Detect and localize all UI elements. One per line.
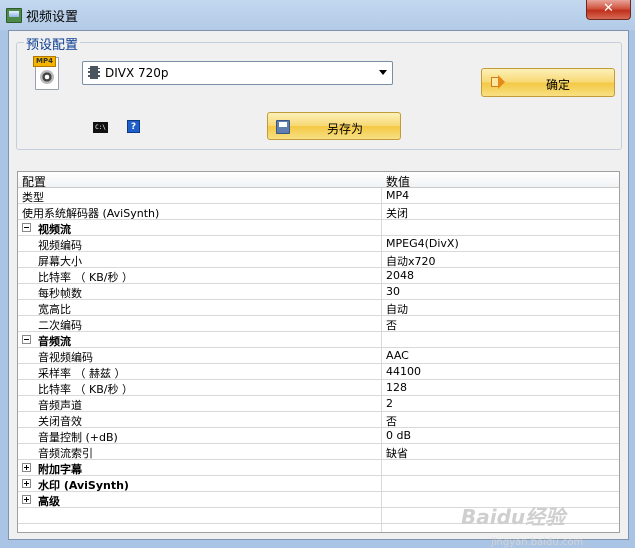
row-name: 二次编码 xyxy=(38,319,82,332)
row-name: 采样率 （ 赫兹 ） xyxy=(38,367,126,380)
floppy-disk-icon xyxy=(276,120,290,134)
row-value[interactable]: 2048 xyxy=(386,269,414,282)
grid-row[interactable]: 采样率 （ 赫兹 ） 44100 xyxy=(18,364,619,380)
collapse-icon[interactable] xyxy=(22,335,31,344)
row-name: 比特率 （ KB/秒 ） xyxy=(38,383,133,396)
row-value[interactable]: 128 xyxy=(386,381,407,394)
row-value[interactable]: 否 xyxy=(386,317,397,333)
row-name: 视频编码 xyxy=(38,239,82,252)
grid-row[interactable]: 视频编码 MPEG4(DivX) xyxy=(18,236,619,252)
row-name: 音频流 xyxy=(38,335,71,348)
save-as-button-label: 另存为 xyxy=(327,122,364,136)
app-icon xyxy=(6,8,22,23)
row-name: 关闭音效 xyxy=(38,415,82,428)
grid-row[interactable]: 宽高比 自动 xyxy=(18,300,619,316)
row-name: 高级 xyxy=(38,495,60,508)
row-value[interactable]: 2 xyxy=(386,397,393,410)
row-value[interactable]: MPEG4(DivX) xyxy=(386,237,459,250)
expand-icon[interactable] xyxy=(22,495,31,504)
row-name: 音量控制 (+dB) xyxy=(38,431,118,444)
chevron-down-icon[interactable] xyxy=(379,70,387,75)
grid-row[interactable]: 屏幕大小 自动x720 xyxy=(18,252,619,268)
row-name: 音频声道 xyxy=(38,399,82,412)
grid-row[interactable]: 音频声道 2 xyxy=(18,396,619,412)
row-name: 音视频编码 xyxy=(38,351,93,364)
row-name: 宽高比 xyxy=(38,303,71,316)
preset-group: 预设配置 MP4 DIVX 720p 确定 C:\ ? 另存为 xyxy=(16,34,622,150)
grid-row[interactable]: 音量控制 (+dB) 0 dB xyxy=(18,428,619,444)
row-value[interactable]: MP4 xyxy=(386,189,409,202)
row-name: 音频流索引 xyxy=(38,447,93,460)
grid-row[interactable]: 比特率 （ KB/秒 ） 2048 xyxy=(18,268,619,284)
mp4-badge: MP4 xyxy=(33,56,56,67)
row-name: 比特率 （ KB/秒 ） xyxy=(38,271,133,284)
save-as-button[interactable]: 另存为 xyxy=(267,112,401,140)
row-name: 视频流 xyxy=(38,223,71,236)
command-line-icon[interactable]: C:\ xyxy=(93,122,108,133)
grid-header: 配置 数值 xyxy=(18,172,619,189)
grid-group-row[interactable]: 视频流 xyxy=(18,220,619,236)
expand-icon[interactable] xyxy=(22,463,31,472)
settings-property-grid[interactable]: 配置 数值 类型 MP4 使用系统解码器 (AviSynth) 关闭视频流视频编码 MP… xyxy=(17,171,620,533)
row-name: 附加字幕 xyxy=(38,463,82,476)
row-name: 屏幕大小 xyxy=(38,255,82,268)
preset-profile-value: DIVX 720p xyxy=(105,66,169,80)
row-value[interactable]: 44100 xyxy=(386,365,421,378)
grid-row[interactable]: 每秒帧数 30 xyxy=(18,284,619,300)
grid-row[interactable]: 二次编码 否 xyxy=(18,316,619,332)
grid-row[interactable]: 类型 MP4 xyxy=(18,188,619,204)
grid-row[interactable]: 音视频编码 AAC xyxy=(18,348,619,364)
arrow-right-icon xyxy=(491,75,505,89)
row-name: 类型 xyxy=(22,191,44,204)
row-value[interactable]: 自动x720 xyxy=(386,253,436,269)
row-value[interactable]: 否 xyxy=(386,413,397,429)
dialog-client-area: 预设配置 MP4 DIVX 720p 确定 C:\ ? 另存为 配置 数值 类型… xyxy=(8,30,629,548)
film-reel-icon xyxy=(40,70,54,84)
row-value[interactable]: 缺省 xyxy=(386,445,408,461)
grid-group-row[interactable]: 附加字幕 xyxy=(18,460,619,476)
row-name: 每秒帧数 xyxy=(38,287,82,300)
film-strip-icon xyxy=(88,66,100,79)
grid-row[interactable]: 关闭音效 否 xyxy=(18,412,619,428)
row-name: 使用系统解码器 (AviSynth) xyxy=(22,207,160,220)
row-value[interactable]: 自动 xyxy=(386,301,408,317)
ok-button-label: 确定 xyxy=(546,78,571,92)
expand-icon[interactable] xyxy=(22,479,31,488)
row-value[interactable]: 30 xyxy=(386,285,400,298)
preset-profile-dropdown[interactable]: DIVX 720p xyxy=(82,61,393,85)
mp4-format-icon: MP4 xyxy=(33,56,59,90)
preset-group-label: 预设配置 xyxy=(24,34,81,53)
grid-group-row[interactable]: 音频流 xyxy=(18,332,619,348)
grid-group-row[interactable]: 水印 (AviSynth) xyxy=(18,476,619,492)
window-title: 视频设置 xyxy=(26,10,79,25)
row-value[interactable]: AAC xyxy=(386,349,409,362)
title-bar[interactable]: 视频设置 ✕ xyxy=(0,0,635,30)
ok-button[interactable]: 确定 xyxy=(481,68,615,97)
grid-row[interactable]: 音频流索引 缺省 xyxy=(18,444,619,460)
row-value[interactable]: 0 dB xyxy=(386,429,411,442)
collapse-icon[interactable] xyxy=(22,223,31,232)
close-button[interactable]: ✕ xyxy=(586,0,631,20)
row-name: 水印 (AviSynth) xyxy=(38,479,129,492)
help-icon[interactable]: ? xyxy=(127,120,140,133)
video-settings-window: 视频设置 ✕ 预设配置 MP4 DIVX 720p 确定 C:\ ? 另存为 配… xyxy=(0,0,635,548)
row-value[interactable]: 关闭 xyxy=(386,205,408,221)
grid-row[interactable]: 使用系统解码器 (AviSynth) 关闭 xyxy=(18,204,619,220)
baidu-watermark: Baidu经验 xyxy=(461,505,566,529)
grid-row[interactable]: 比特率 （ KB/秒 ） 128 xyxy=(18,380,619,396)
